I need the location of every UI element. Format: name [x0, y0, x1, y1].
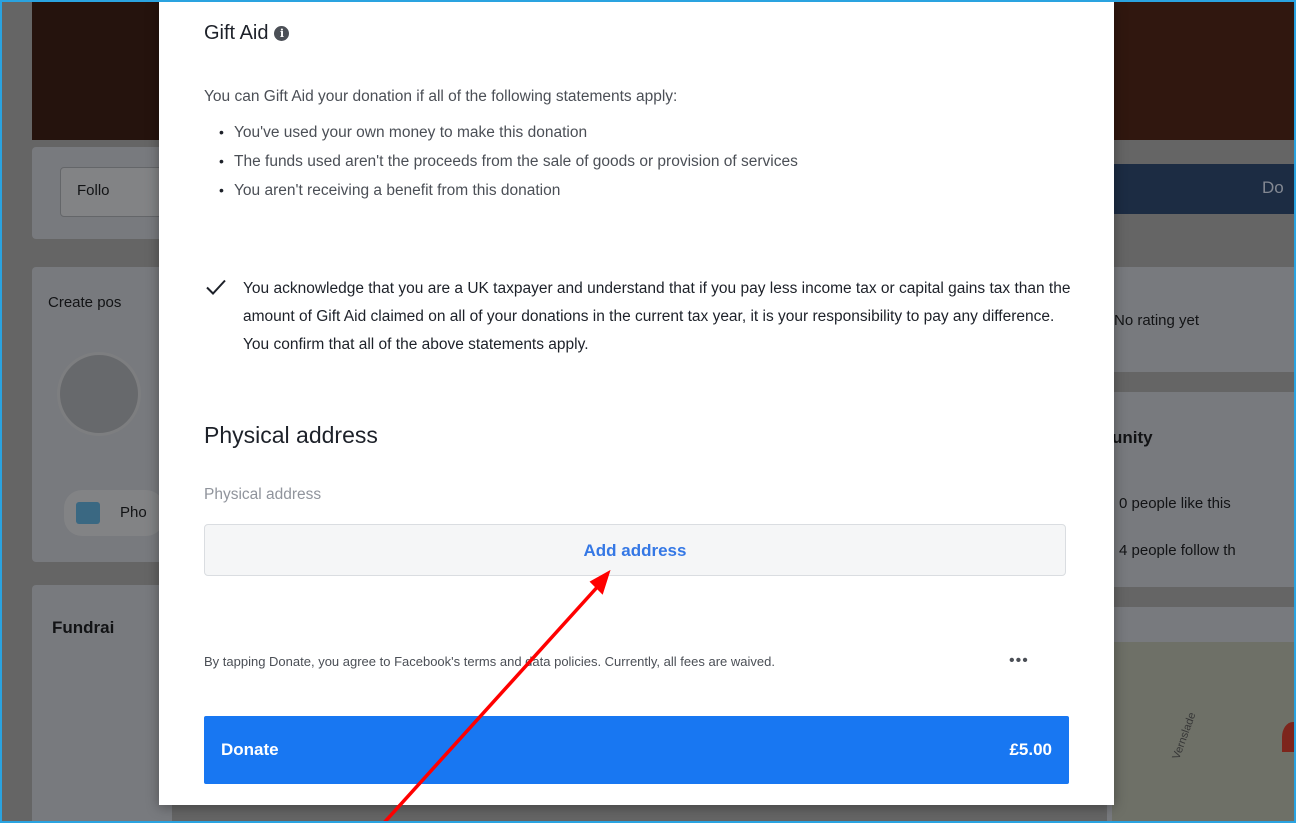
donate-amount: £5.00 — [1009, 740, 1052, 759]
acknowledgement-text: You acknowledge that you are a UK taxpay… — [243, 280, 1071, 353]
address-label: Physical address — [204, 486, 322, 503]
statement-item: The funds used aren't the proceeds from … — [204, 147, 1004, 176]
dialog-title: Gift Aid i — [204, 22, 290, 45]
address-heading: Physical address — [204, 422, 378, 448]
donate-label: Donate — [221, 740, 279, 759]
gift-aid-dialog: Gift Aid i You can Gift Aid your donation… — [159, 2, 1114, 805]
donate-button[interactable]: Donate £5.00 — [204, 716, 1069, 784]
checkmark-icon[interactable] — [204, 275, 228, 299]
add-address-button[interactable]: Add address — [204, 524, 1066, 576]
dialog-title-text: Gift Aid — [204, 22, 269, 44]
info-circle-icon[interactable]: i — [274, 26, 290, 41]
statement-item: You aren't receiving a benefit from this… — [204, 176, 1004, 205]
screenshot-frame: Follo Do Create pos Pho Fundrai No ratin… — [0, 0, 1296, 823]
more-dots-icon[interactable]: ••• — [1009, 652, 1029, 670]
gift-aid-intro: You can Gift Aid your donation if all of… — [204, 88, 678, 105]
statement-item: You've used your own money to make this … — [204, 118, 1004, 147]
statement-list: You've used your own money to make this … — [204, 118, 1004, 205]
terms-text: By tapping Donate, you agree to Facebook… — [204, 654, 775, 669]
